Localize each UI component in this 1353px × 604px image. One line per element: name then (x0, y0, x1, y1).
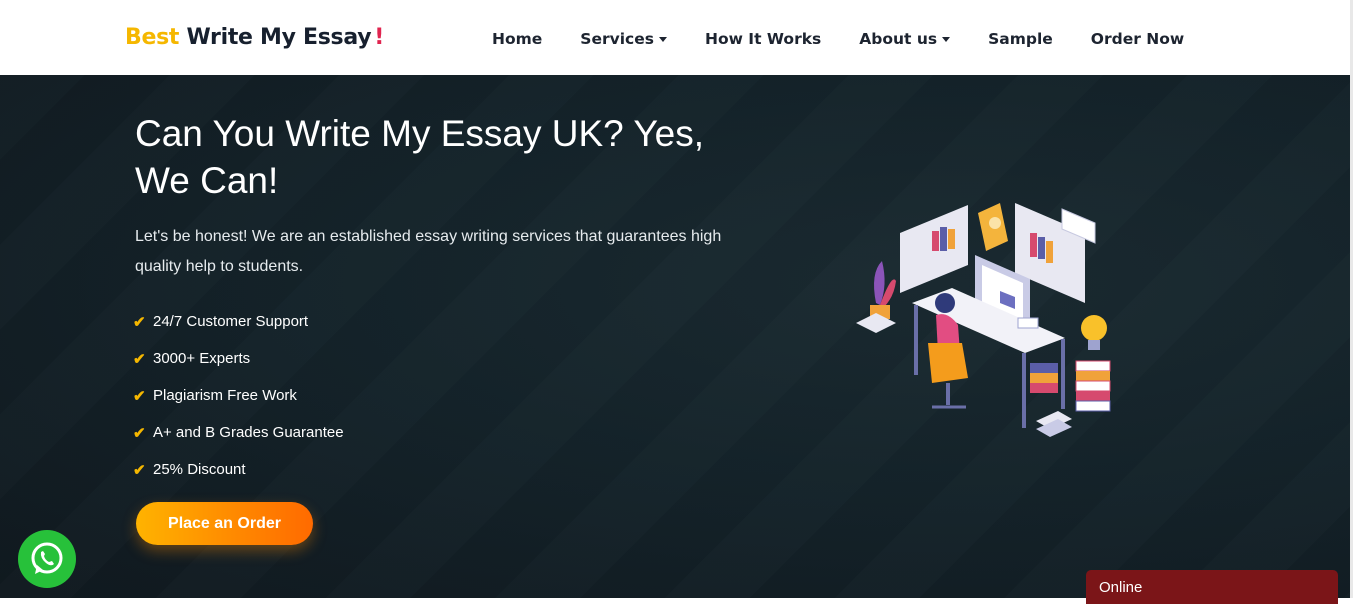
check-icon: ✔ (133, 313, 146, 331)
book-stack-icon (1076, 371, 1110, 381)
book-icon (948, 229, 955, 249)
logo-mark: ! (374, 25, 384, 50)
feature-label: Plagiarism Free Work (153, 387, 297, 404)
caret-down-icon (942, 36, 951, 42)
keyboard-icon (1017, 317, 1039, 329)
caret-down-icon (658, 36, 667, 42)
feature-label: 25% Discount (153, 461, 246, 478)
desk-leg (1022, 353, 1026, 428)
check-icon: ✔ (133, 387, 146, 405)
feature-label: 3000+ Experts (153, 350, 251, 367)
desk-leg (1061, 339, 1065, 409)
place-order-button[interactable]: Place an Order (136, 502, 313, 545)
feature-label: A+ and B Grades Guarantee (153, 424, 344, 441)
list-item: ✔ 3000+ Experts (133, 340, 344, 377)
nav-services-label: Services (580, 30, 654, 48)
list-item: ✔ A+ and B Grades Guarantee (133, 414, 344, 451)
live-chat-bar[interactable]: Online (1086, 570, 1338, 604)
hero-section: Can You Write My Essay UK? Yes, We Can! … (0, 75, 1353, 598)
desk-leg (914, 305, 918, 375)
certificate-seal-icon (989, 217, 1001, 229)
book-stack-icon (1030, 373, 1058, 383)
book-icon (1038, 237, 1045, 259)
nav-home[interactable]: Home (492, 30, 542, 48)
book-stack-icon (1076, 391, 1110, 401)
feature-list: ✔ 24/7 Customer Support ✔ 3000+ Experts ✔ P… (133, 303, 344, 488)
list-item: ✔ 24/7 Customer Support (133, 303, 344, 340)
book-icon (1030, 233, 1037, 257)
hero-title: Can You Write My Essay UK? Yes, We Can! (135, 113, 705, 201)
whatsapp-icon (31, 542, 63, 574)
book-stack-icon (1075, 360, 1111, 372)
feature-label: 24/7 Customer Support (153, 313, 309, 330)
chat-status-label: Online (1099, 579, 1143, 596)
book-icon (932, 231, 939, 251)
nav-order-now-label: Order Now (1090, 30, 1185, 48)
nav-about-us-label: About us (859, 30, 938, 48)
logo-text-main: Write My Essay (186, 25, 372, 50)
book-stack-icon (1075, 400, 1111, 412)
book-stack-icon (1075, 380, 1111, 392)
book-stack-icon (1030, 363, 1058, 373)
book-stack-icon (1030, 383, 1058, 393)
whatsapp-button[interactable] (18, 530, 76, 588)
light-bulb-base (1088, 340, 1100, 350)
check-icon: ✔ (133, 424, 146, 442)
person-head (935, 293, 955, 313)
book-icon (940, 227, 947, 251)
check-icon: ✔ (133, 350, 146, 368)
site-logo[interactable]: Best Write My Essay! (125, 25, 384, 50)
book-icon (1046, 241, 1053, 263)
chair-base (946, 383, 950, 405)
nav-sample-label: Sample (988, 30, 1053, 48)
chair-icon (928, 343, 968, 383)
logo-text-best: Best (125, 25, 180, 50)
nav-how-it-works-label: How It Works (704, 30, 822, 48)
nav-order-now[interactable]: Order Now (1091, 30, 1184, 48)
student-desk-illustration (856, 203, 1111, 437)
hero-intro: Let's be honest! We are an established e… (135, 228, 722, 275)
site-header: Best Write My Essay! Home Services How I… (0, 0, 1353, 75)
nav-sample[interactable]: Sample (988, 30, 1053, 48)
nav-how-it-works[interactable]: How It Works (705, 30, 821, 48)
check-icon: ✔ (133, 461, 146, 479)
list-item: ✔ 25% Discount (133, 451, 344, 488)
nav-home-label: Home (492, 30, 543, 48)
light-bulb-icon (1081, 315, 1107, 341)
list-item: ✔ Plagiarism Free Work (133, 377, 344, 414)
nav-services[interactable]: Services (580, 30, 667, 48)
main-nav: Home Services How It Works About us Samp… (473, 30, 1203, 48)
nav-about-us[interactable]: About us (859, 30, 951, 48)
